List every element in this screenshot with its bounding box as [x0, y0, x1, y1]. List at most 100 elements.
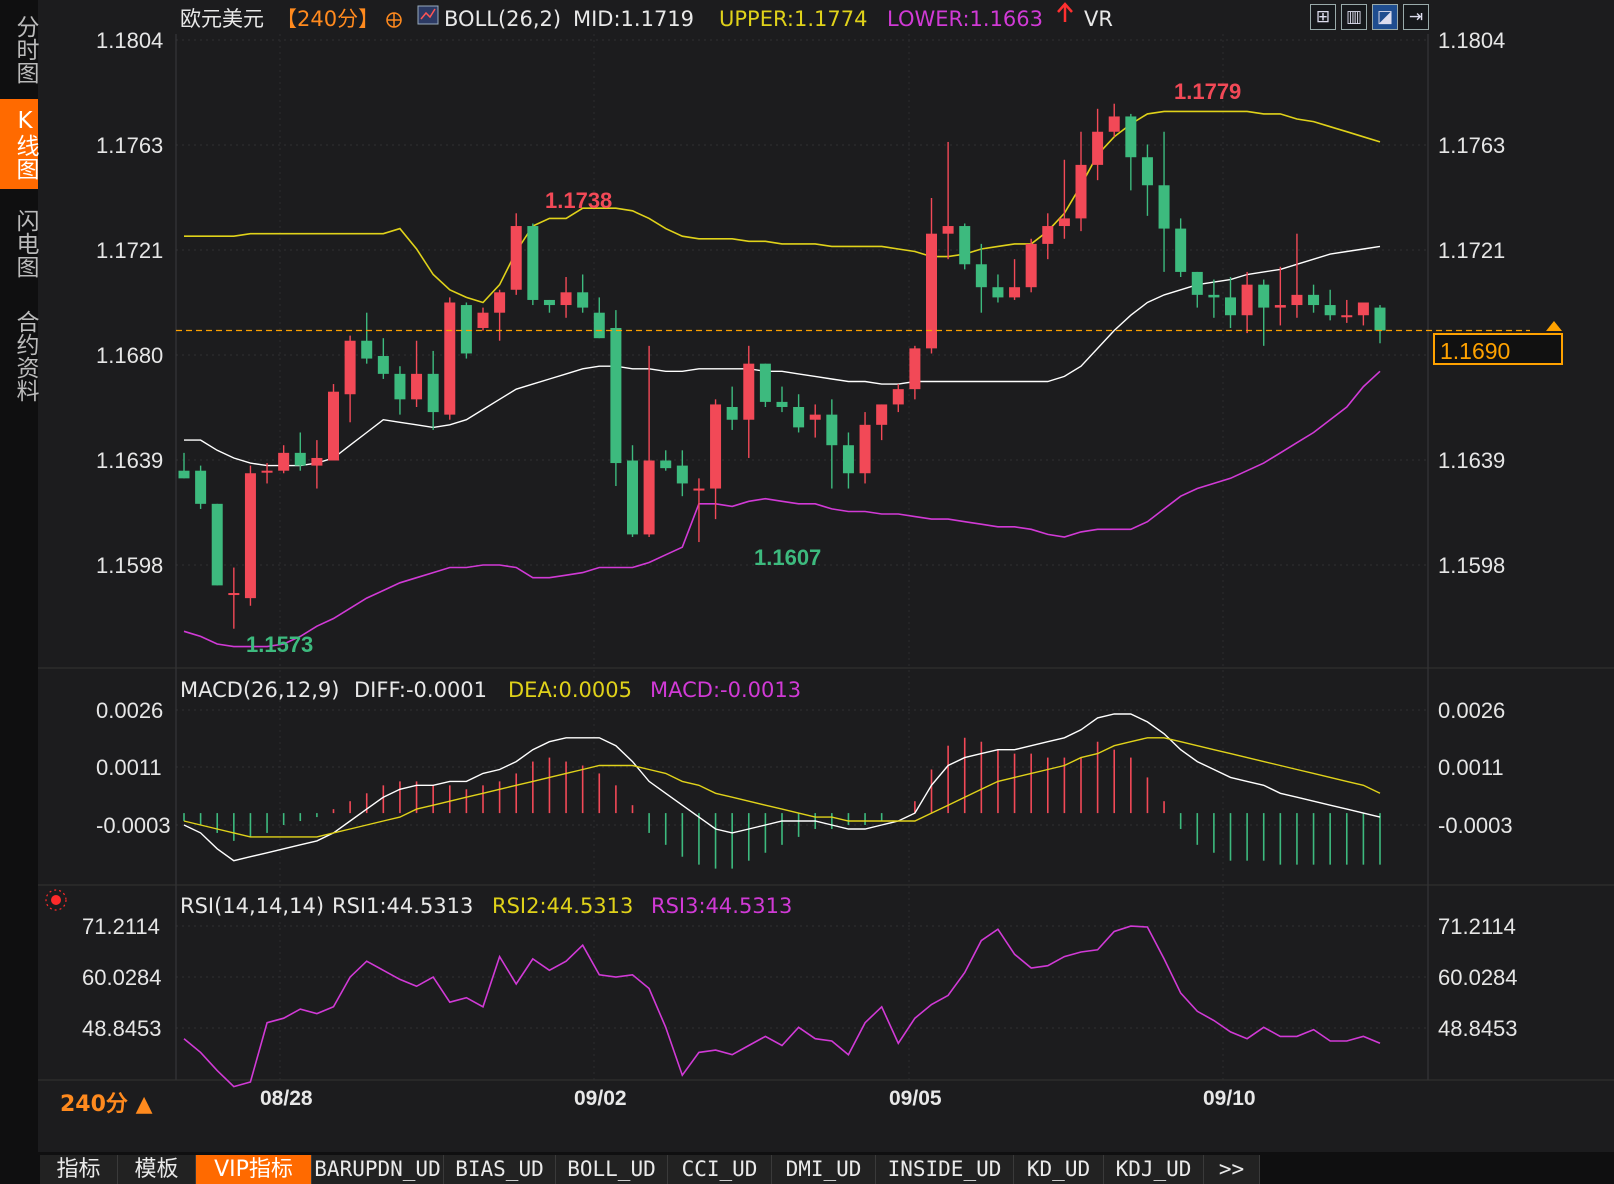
candle[interactable] — [1125, 113, 1137, 191]
chart-canvas[interactable]: 欧元美元 【240分】 BOLL(26,2) MID:1.1719 UPPER:… — [38, 0, 1614, 1152]
indicator-tab[interactable]: 指标 — [40, 1155, 118, 1184]
indicator-tab[interactable]: KD_UD — [1014, 1155, 1104, 1184]
candle[interactable] — [477, 307, 489, 331]
candle[interactable] — [211, 503, 223, 586]
candle[interactable] — [710, 399, 722, 520]
candle[interactable] — [1092, 108, 1104, 181]
indicator-tab[interactable]: VIP指标 — [196, 1155, 312, 1184]
tab-contract-info[interactable]: 合约资料 — [0, 298, 38, 414]
candle[interactable] — [726, 386, 738, 430]
indicator-tab[interactable]: BOLL_UD — [556, 1155, 668, 1184]
candle[interactable] — [660, 450, 672, 471]
candle[interactable] — [1058, 159, 1070, 239]
tab-lightning[interactable]: 闪电图 — [0, 198, 38, 288]
candle[interactable] — [593, 297, 605, 339]
rsi3-value: RSI3:44.5313 — [651, 894, 792, 918]
candle-body — [627, 460, 638, 535]
candle[interactable] — [394, 366, 406, 415]
candle[interactable] — [826, 399, 838, 489]
candle[interactable] — [1291, 233, 1303, 318]
candle[interactable] — [344, 335, 356, 423]
candle[interactable] — [294, 432, 306, 471]
candle[interactable] — [942, 141, 954, 260]
candle[interactable] — [959, 223, 971, 270]
candle[interactable] — [1208, 279, 1220, 318]
candle-body — [261, 470, 273, 473]
candle[interactable] — [411, 340, 423, 407]
candle[interactable] — [560, 277, 572, 318]
chart-trend-icon[interactable]: ◪ — [1372, 4, 1398, 30]
candle[interactable] — [809, 404, 821, 438]
candle[interactable] — [776, 386, 788, 413]
candle[interactable] — [228, 567, 240, 629]
boll-lower-line — [183, 370, 1381, 648]
sun-icon[interactable] — [45, 889, 67, 911]
candle[interactable] — [1141, 144, 1153, 216]
candle[interactable] — [892, 384, 904, 413]
tab-kline[interactable]: K线图 — [0, 99, 38, 189]
candle[interactable] — [195, 465, 207, 509]
candle[interactable] — [975, 243, 987, 313]
indicator-tab[interactable]: >> — [1204, 1155, 1260, 1184]
candle[interactable] — [1374, 305, 1386, 344]
candle[interactable] — [1108, 103, 1120, 137]
candle[interactable] — [1191, 271, 1203, 308]
candle[interactable] — [909, 345, 921, 400]
candle[interactable] — [1258, 279, 1270, 346]
candle[interactable] — [1357, 302, 1369, 326]
candle[interactable] — [627, 445, 638, 537]
candle-body — [510, 226, 522, 290]
indicator-tab[interactable]: DMI_UD — [772, 1155, 876, 1184]
indicator-tab[interactable]: KDJ_UD — [1104, 1155, 1204, 1184]
candle[interactable] — [1324, 289, 1336, 321]
candle[interactable] — [1158, 131, 1170, 272]
candle[interactable] — [1025, 238, 1037, 293]
chart-window-icon[interactable]: ▥ — [1341, 4, 1367, 30]
price-tick-left: 1.1598 — [96, 553, 163, 578]
candle[interactable] — [1075, 131, 1087, 232]
candle[interactable] — [577, 274, 589, 313]
candle[interactable] — [527, 223, 539, 306]
candle[interactable] — [1308, 284, 1320, 313]
indicator-tab[interactable]: 模板 — [118, 1155, 196, 1184]
indicator-tab[interactable]: CCI_UD — [668, 1155, 772, 1184]
period-selector[interactable]: 240分 ▲ — [60, 1086, 153, 1118]
candle[interactable] — [1009, 259, 1021, 300]
candle[interactable] — [1225, 277, 1236, 328]
exit-window-icon[interactable]: ⇥ — [1403, 4, 1429, 30]
candle[interactable] — [444, 297, 456, 420]
candle[interactable] — [992, 274, 1004, 303]
candle[interactable] — [494, 289, 506, 341]
candle[interactable] — [1175, 218, 1187, 278]
candle[interactable] — [1274, 266, 1286, 326]
candle[interactable] — [328, 384, 339, 461]
candle-body — [743, 363, 755, 420]
candle[interactable] — [1341, 299, 1353, 323]
indicator-tab[interactable]: BARUPDN_UD — [312, 1155, 444, 1184]
candle[interactable] — [427, 350, 439, 430]
candle[interactable] — [244, 465, 256, 606]
indicator-tab[interactable]: BIAS_UD — [444, 1155, 556, 1184]
tab-time-sharing[interactable]: 分时图 — [0, 4, 38, 94]
candle[interactable] — [876, 404, 888, 441]
indicator-tab[interactable]: INSIDE_UD — [876, 1155, 1014, 1184]
candle[interactable] — [1241, 271, 1253, 334]
candle[interactable] — [793, 394, 805, 433]
candle[interactable] — [1042, 213, 1054, 260]
candle[interactable] — [178, 452, 190, 479]
candle[interactable] — [676, 450, 688, 497]
candle[interactable] — [311, 440, 323, 489]
macd-histogram — [183, 737, 1381, 869]
candle[interactable] — [743, 345, 755, 458]
candle[interactable] — [610, 310, 622, 486]
candle[interactable] — [361, 312, 373, 364]
candle[interactable] — [842, 432, 854, 489]
candle[interactable] — [693, 478, 705, 543]
candle[interactable] — [377, 338, 389, 379]
candle[interactable] — [543, 299, 555, 313]
candle[interactable] — [759, 363, 771, 407]
candle[interactable] — [643, 345, 655, 537]
grid-icon[interactable]: ⊞ — [1310, 4, 1336, 30]
candle[interactable] — [859, 412, 871, 484]
candle[interactable] — [510, 213, 522, 295]
